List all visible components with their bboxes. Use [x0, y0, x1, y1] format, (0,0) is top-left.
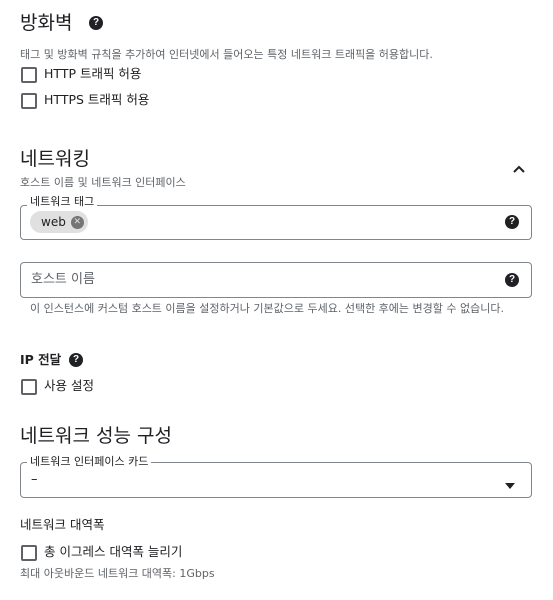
bandwidth-label: 네트워크 대역폭 — [20, 517, 105, 532]
chevron-up-icon[interactable] — [510, 160, 528, 178]
ip-forwarding-label: IP 전달 — [20, 352, 62, 367]
https-traffic-label[interactable]: HTTPS 트래픽 허용 — [44, 92, 149, 108]
dropdown-arrow-icon[interactable] — [504, 475, 516, 489]
https-traffic-checkbox[interactable] — [21, 93, 37, 109]
cancel-circle-icon[interactable]: ✕ — [70, 215, 84, 229]
bandwidth-option-label[interactable]: 총 이그레스 대역폭 늘리기 — [44, 544, 182, 560]
http-traffic-checkbox[interactable] — [21, 67, 37, 83]
help-icon[interactable]: ? — [505, 273, 519, 287]
networking-title: 네트워킹 — [20, 148, 90, 170]
firewall-title: 방화벽 — [20, 12, 73, 34]
nic-select-value: – — [31, 472, 38, 487]
hostname-hint: 이 인스턴스에 커스텀 호스트 이름을 설정하거나 기본값으로 두세요. 선택한… — [30, 302, 504, 315]
firewall-description: 태그 및 방화벽 규칙을 추가하여 인터넷에서 들어오는 특정 네트워크 트래픽… — [20, 48, 433, 61]
tag-chip[interactable]: web ✕ — [30, 211, 88, 233]
tag-chip-text: web — [41, 215, 66, 229]
performance-title: 네트워크 성능 구성 — [20, 425, 172, 447]
network-tags-label: 네트워크 태그 — [27, 196, 98, 208]
networking-subtitle: 호스트 이름 및 네트워크 인터페이스 — [20, 176, 186, 189]
nic-select-label: 네트워크 인터페이스 카드 — [27, 456, 152, 468]
help-icon[interactable]: ? — [89, 16, 103, 30]
ip-forwarding-checkbox[interactable] — [21, 379, 37, 395]
network-tags-field[interactable] — [20, 205, 532, 240]
hostname-field[interactable] — [20, 262, 532, 298]
http-traffic-label[interactable]: HTTP 트래픽 허용 — [44, 66, 141, 82]
hostname-placeholder: 호스트 이름 — [31, 272, 95, 287]
help-icon[interactable]: ? — [505, 215, 519, 229]
bandwidth-checkbox[interactable] — [21, 545, 37, 561]
bandwidth-hint: 최대 아웃바운드 네트워크 대역폭: 1Gbps — [20, 567, 215, 580]
ip-forwarding-option-label[interactable]: 사용 설정 — [44, 378, 94, 394]
help-icon[interactable]: ? — [69, 353, 83, 367]
